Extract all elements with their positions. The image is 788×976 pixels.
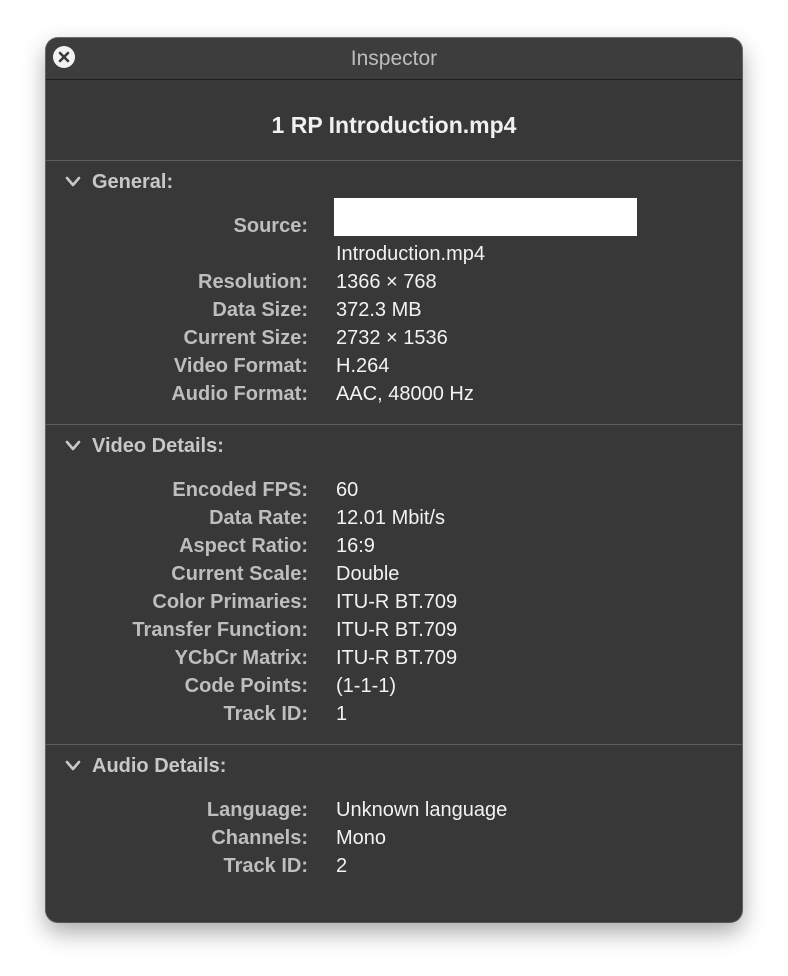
info-row-language: Language: Unknown language [46, 796, 742, 824]
row-label: Track ID: [223, 855, 308, 877]
row-value: ITU-R BT.709 [336, 591, 458, 613]
row-label: Video Format: [173, 355, 308, 377]
row-value: ITU-R BT.709 [336, 619, 458, 641]
section-title-general: General: [92, 170, 174, 193]
row-value: 2732 × 1536 [336, 327, 448, 349]
row-value: AAC, 48000 Hz [336, 383, 474, 405]
row-value: 372.3 MB [336, 299, 422, 321]
row-label: Encoded FPS: [172, 479, 308, 501]
row-value: (1-1-1) [336, 675, 397, 697]
chevron-down-icon [64, 439, 82, 453]
section-title-video-details: Video Details: [92, 434, 224, 457]
info-row-audio-track-id: Track ID: 2 [46, 852, 742, 880]
info-row-current-scale: Current Scale: Double [46, 560, 742, 588]
row-label: Track ID: [223, 703, 308, 725]
row-label: Source: [233, 215, 308, 237]
section-title-audio-details: Audio Details: [92, 754, 227, 777]
row-value: 12.01 Mbit/s [336, 507, 445, 529]
info-row-color-primaries: Color Primaries: ITU-R BT.709 [46, 588, 742, 616]
divider [46, 424, 742, 425]
info-row-transfer-function: Transfer Function: ITU-R BT.709 [46, 616, 742, 644]
info-row-source: Source: [46, 212, 742, 240]
divider [46, 744, 742, 745]
row-label: Resolution: [198, 271, 308, 293]
row-value: 16:9 [336, 535, 375, 557]
row-label: Data Rate: [209, 507, 308, 529]
inspector-window: Inspector 1 RP Introduction.mp4 General:… [46, 38, 742, 922]
row-label: Current Scale: [171, 563, 308, 585]
row-value: H.264 [336, 355, 390, 377]
info-row-aspect-ratio: Aspect Ratio: 16:9 [46, 532, 742, 560]
chevron-down-icon [64, 759, 82, 773]
section-general-toggle[interactable]: General: [64, 169, 173, 195]
info-row-data-rate: Data Rate: 12.01 Mbit/s [46, 504, 742, 532]
row-value: 1366 × 768 [336, 271, 437, 293]
info-row-encoded-fps: Encoded FPS: 60 [46, 476, 742, 504]
row-value: Unknown language [336, 799, 508, 821]
row-label: Audio Format: [171, 383, 308, 405]
row-label: Channels: [211, 827, 308, 849]
row-label: Data Size: [212, 299, 308, 321]
title-bar: Inspector [46, 38, 742, 80]
info-row-channels: Channels: Mono [46, 824, 742, 852]
row-label: Language: [206, 799, 308, 821]
row-value: Double [336, 563, 400, 585]
row-label: YCbCr Matrix: [174, 647, 308, 669]
info-row-code-points: Code Points: (1-1-1) [46, 672, 742, 700]
divider [46, 160, 742, 161]
info-row-video-format: Video Format: H.264 [46, 352, 742, 380]
close-icon [58, 51, 70, 63]
row-label: Code Points: [184, 675, 308, 697]
row-label: Color Primaries: [152, 591, 308, 613]
info-row-video-track-id: Track ID: 1 [46, 700, 742, 728]
info-row-source-continued: Introduction.mp4 [46, 240, 742, 268]
info-row-data-size: Data Size: 372.3 MB [46, 296, 742, 324]
close-button[interactable] [53, 46, 75, 68]
row-label: Aspect Ratio: [179, 535, 308, 557]
row-value: 1 [336, 703, 348, 725]
row-value: Mono [336, 827, 387, 849]
info-row-audio-format: Audio Format: AAC, 48000 Hz [46, 380, 742, 408]
chevron-down-icon [64, 175, 82, 189]
row-value: ITU-R BT.709 [336, 647, 458, 669]
window-title: Inspector [350, 47, 438, 70]
row-label: Current Size: [183, 327, 308, 349]
row-value: 60 [336, 479, 359, 501]
section-video-details-toggle[interactable]: Video Details: [64, 433, 224, 459]
info-row-ycbcr-matrix: YCbCr Matrix: ITU-R BT.709 [46, 644, 742, 672]
row-label: Transfer Function: [132, 619, 308, 641]
row-value: Introduction.mp4 [336, 243, 485, 265]
row-value: 2 [336, 855, 348, 877]
info-row-resolution: Resolution: 1366 × 768 [46, 268, 742, 296]
info-row-current-size: Current Size: 2732 × 1536 [46, 324, 742, 352]
section-audio-details-toggle[interactable]: Audio Details: [64, 753, 226, 779]
file-name: 1 RP Introduction.mp4 [271, 112, 517, 138]
